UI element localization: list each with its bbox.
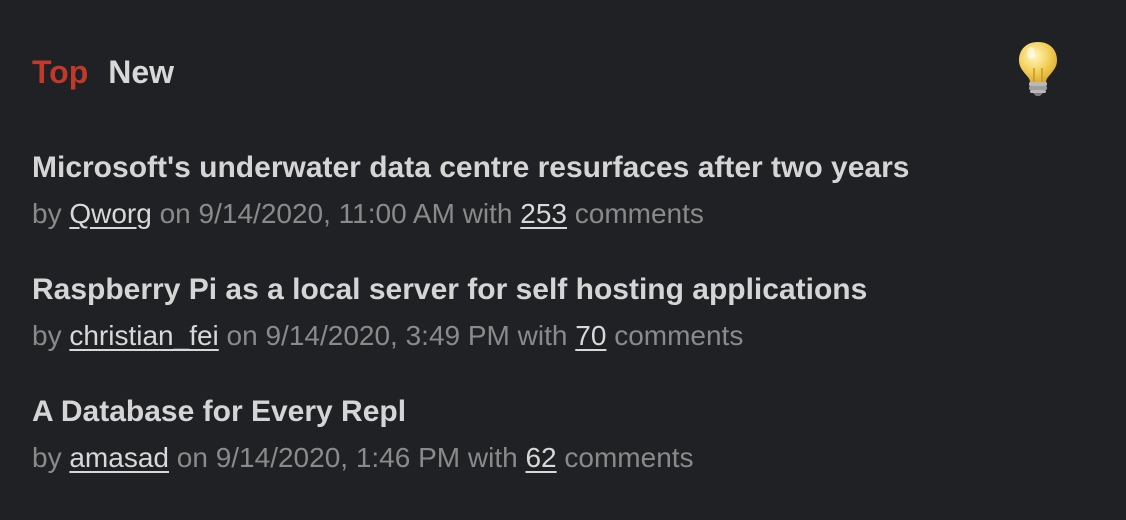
comments-count-link[interactable]: 70 xyxy=(575,320,606,351)
author-link[interactable]: christian_fei xyxy=(69,320,218,351)
comments-count-link[interactable]: 62 xyxy=(525,442,556,473)
meta-with: with xyxy=(462,198,513,229)
app-container: Top New Microsoft's underwater data cent… xyxy=(0,0,1126,520)
meta-on: on xyxy=(176,442,208,473)
story-item: Microsoft's underwater data centre resur… xyxy=(32,148,1094,270)
story-item: Raspberry Pi as a local server for self … xyxy=(32,270,1094,392)
story-meta: by Qworg on 9/14/2020, 11:00 AM with 253… xyxy=(32,194,1094,234)
lightbulb-icon xyxy=(1019,42,1057,96)
meta-with: with xyxy=(517,320,568,351)
story-item: A Database for Every Repl by amasad on 9… xyxy=(32,392,1094,514)
story-title-link[interactable]: Microsoft's underwater data centre resur… xyxy=(32,148,1094,188)
meta-comments: comments xyxy=(564,442,694,473)
story-date: 9/14/2020, 11:00 AM xyxy=(198,198,455,229)
author-link[interactable]: amasad xyxy=(69,442,169,473)
feed-tabs: Top New xyxy=(32,52,174,92)
theme-toggle-button[interactable] xyxy=(1014,38,1062,98)
story-title-link[interactable]: Raspberry Pi as a local server for self … xyxy=(32,270,1094,310)
story-meta: by christian_fei on 9/14/2020, 3:49 PM w… xyxy=(32,316,1094,356)
meta-by: by xyxy=(32,320,62,351)
meta-comments: comments xyxy=(614,320,744,351)
meta-by: by xyxy=(32,198,62,229)
tab-top[interactable]: Top xyxy=(32,52,88,92)
story-date: 9/14/2020, 3:49 PM xyxy=(265,320,510,351)
story-list: Microsoft's underwater data centre resur… xyxy=(32,148,1094,514)
story-meta: by amasad on 9/14/2020, 1:46 PM with 62 … xyxy=(32,438,1094,478)
meta-by: by xyxy=(32,442,62,473)
meta-on: on xyxy=(226,320,258,351)
header: Top New xyxy=(32,0,1094,148)
meta-with: with xyxy=(467,442,518,473)
tab-new[interactable]: New xyxy=(108,52,174,92)
meta-on: on xyxy=(159,198,191,229)
story-title-link[interactable]: A Database for Every Repl xyxy=(32,392,1094,432)
meta-comments: comments xyxy=(574,198,704,229)
comments-count-link[interactable]: 253 xyxy=(520,198,567,229)
story-date: 9/14/2020, 1:46 PM xyxy=(215,442,461,473)
author-link[interactable]: Qworg xyxy=(69,198,151,229)
